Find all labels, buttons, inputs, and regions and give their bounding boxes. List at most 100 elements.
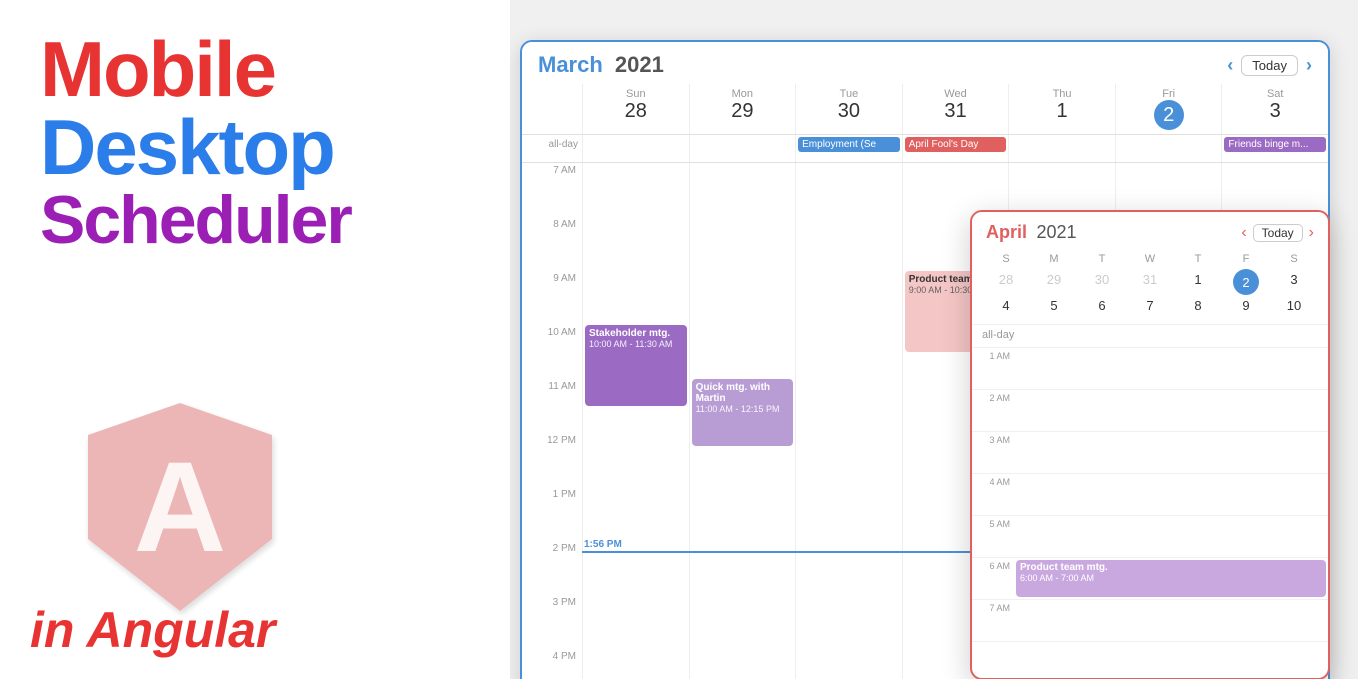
mini-day-1[interactable]: 1 <box>1185 269 1211 295</box>
prev-button[interactable]: ‹ <box>1227 55 1233 76</box>
svg-text:A: A <box>134 436 226 579</box>
mini-day-28[interactable]: 28 <box>993 269 1019 295</box>
all-day-label: all-day <box>522 135 582 162</box>
day-name-t2: T <box>1174 253 1222 265</box>
mobile-time-4am: 4 AM <box>972 474 1328 516</box>
mobile-month: April <box>986 222 1027 242</box>
mobile-4am-label: 4 AM <box>972 474 1014 515</box>
today-button[interactable]: Today <box>1241 55 1298 76</box>
mobile-product-team-event[interactable]: Product team mtg. 6:00 AM - 7:00 AM <box>1016 560 1326 597</box>
day-name-s2: S <box>1270 253 1318 265</box>
april-fools-event[interactable]: April Fool's Day <box>905 137 1007 152</box>
mini-cal-grid: 28 29 30 31 1 2 3 4 5 6 7 8 9 10 <box>982 269 1318 316</box>
mini-day-30[interactable]: 30 <box>1089 269 1115 295</box>
mobile-all-day-row: all-day <box>972 324 1328 348</box>
mobile-time-3am: 3 AM <box>972 432 1328 474</box>
mini-day-29[interactable]: 29 <box>1041 269 1067 295</box>
mobile-2am-area <box>1014 390 1328 431</box>
day-header-thu: Thu 1 <box>1008 84 1115 134</box>
mobile-calendar: April 2021 ‹ Today › S M T W T F S 28 <box>970 210 1330 679</box>
day-header-sun: Sun 28 <box>582 84 689 134</box>
time-9am: 9 AM <box>522 271 582 325</box>
mobile-time-5am: 5 AM <box>972 516 1328 558</box>
all-day-mon <box>689 135 796 162</box>
mini-day-2-today[interactable]: 2 <box>1233 269 1259 295</box>
mobile-calendar-header: April 2021 ‹ Today › <box>972 212 1328 249</box>
mini-day-5[interactable]: 5 <box>1041 295 1067 316</box>
days-header: Sun 28 Mon 29 Tue 30 Wed 31 Thu 1 Fri 2 <box>522 84 1328 135</box>
mini-calendar: S M T W T F S 28 29 30 31 1 2 3 4 5 6 7 … <box>972 249 1328 324</box>
mobile-year: 2021 <box>1036 222 1076 242</box>
day-header-wed: Wed 31 <box>902 84 1009 134</box>
calendar-header: March 2021 ‹ Today › <box>522 42 1328 84</box>
stakeholder-event[interactable]: Stakeholder mtg. 10:00 AM - 11:30 AM <box>585 325 687 406</box>
mini-day-31[interactable]: 31 <box>1137 269 1163 295</box>
time-12pm: 12 PM <box>522 433 582 487</box>
title-in-angular: in Angular <box>30 601 275 659</box>
mobile-4am-area <box>1014 474 1328 515</box>
day-col-sun: Stakeholder mtg. 10:00 AM - 11:30 AM <box>582 163 689 679</box>
all-day-row: all-day Employment (Se April Fool's Day … <box>522 135 1328 163</box>
calendar-nav: ‹ Today › <box>1227 55 1312 76</box>
day-header-fri[interactable]: Fri 2 <box>1115 84 1222 134</box>
time-1pm: 1 PM <box>522 487 582 541</box>
mobile-next-button[interactable]: › <box>1309 224 1314 242</box>
mini-day-6[interactable]: 6 <box>1089 295 1115 316</box>
day-name-f: F <box>1222 253 1270 265</box>
calendar-month-title: March 2021 <box>538 52 664 78</box>
mini-day-4[interactable]: 4 <box>993 295 1019 316</box>
current-time-label: 1:56 PM <box>584 539 622 550</box>
time-column: 7 AM 8 AM 9 AM 10 AM 11 AM 12 PM 1 PM 2 … <box>522 163 582 679</box>
mobile-3am-label: 3 AM <box>972 432 1014 473</box>
mobile-2am-label: 2 AM <box>972 390 1014 431</box>
day-header-sat: Sat 3 <box>1221 84 1328 134</box>
all-day-wed: April Fool's Day <box>902 135 1009 162</box>
day-header-mon: Mon 29 <box>689 84 796 134</box>
day-name-s1: S <box>982 253 1030 265</box>
mobile-6am-label: 6 AM <box>972 558 1014 599</box>
mobile-5am-area <box>1014 516 1328 557</box>
employment-event[interactable]: Employment (Se <box>798 137 900 152</box>
mobile-time-7am: 7 AM <box>972 600 1328 642</box>
calendar-year: 2021 <box>615 52 664 77</box>
day-col-tue <box>795 163 902 679</box>
mobile-7am-label: 7 AM <box>972 600 1014 641</box>
time-3pm: 3 PM <box>522 595 582 649</box>
mobile-1am-area <box>1014 348 1328 389</box>
mobile-month-title: April 2021 <box>986 222 1077 243</box>
mini-day-9[interactable]: 9 <box>1233 295 1259 316</box>
mini-cal-header: S M T W T F S <box>982 253 1318 265</box>
day-name-w: W <box>1126 253 1174 265</box>
day-name-t1: T <box>1078 253 1126 265</box>
mobile-time-6am: 6 AM Product team mtg. 6:00 AM - 7:00 AM <box>972 558 1328 600</box>
mobile-nav: ‹ Today › <box>1241 224 1314 242</box>
mobile-time-1am: 1 AM <box>972 348 1328 390</box>
title-line1: Mobile <box>40 30 275 108</box>
friends-binge-event[interactable]: Friends binge m... <box>1224 137 1326 152</box>
mobile-today-button[interactable]: Today <box>1253 224 1303 242</box>
mini-day-7[interactable]: 7 <box>1137 295 1163 316</box>
mobile-7am-area <box>1014 600 1328 641</box>
quick-mtg-event[interactable]: Quick mtg. with Martin 11:00 AM - 12:15 … <box>692 379 794 446</box>
mobile-3am-area <box>1014 432 1328 473</box>
mobile-1am-label: 1 AM <box>972 348 1014 389</box>
mobile-time-2am: 2 AM <box>972 390 1328 432</box>
all-day-thu <box>1008 135 1115 162</box>
mobile-calendar-body: 1 AM 2 AM 3 AM 4 AM 5 AM 6 AM <box>972 348 1328 678</box>
all-day-sat: Friends binge m... <box>1221 135 1328 162</box>
right-area: March 2021 ‹ Today › Sun 28 Mon 29 Tue 3… <box>510 0 1358 679</box>
angular-logo: A <box>80 399 280 619</box>
mobile-5am-label: 5 AM <box>972 516 1014 557</box>
mobile-6am-area: Product team mtg. 6:00 AM - 7:00 AM <box>1014 558 1328 599</box>
title-line2: Desktop <box>40 108 334 186</box>
day-header-tue: Tue 30 <box>795 84 902 134</box>
mobile-prev-button[interactable]: ‹ <box>1241 224 1246 242</box>
next-button[interactable]: › <box>1306 55 1312 76</box>
mini-day-8[interactable]: 8 <box>1185 295 1211 316</box>
mini-day-3[interactable]: 3 <box>1281 269 1307 295</box>
time-4pm: 4 PM <box>522 649 582 679</box>
time-7am: 7 AM <box>522 163 582 217</box>
time-8am: 8 AM <box>522 217 582 271</box>
all-day-fri <box>1115 135 1222 162</box>
mini-day-10[interactable]: 10 <box>1281 295 1307 316</box>
